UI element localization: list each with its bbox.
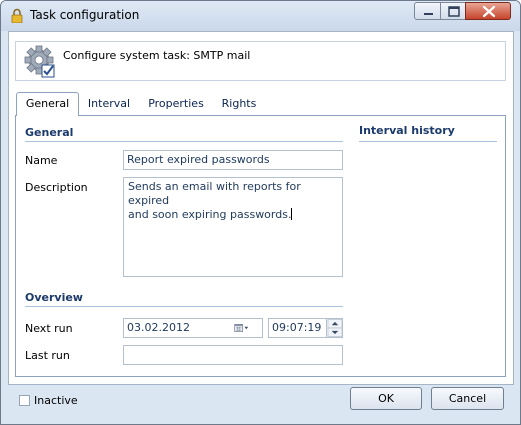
header-description: Configure system task: SMTP mail	[63, 49, 251, 62]
ok-button[interactable]: OK	[350, 387, 422, 410]
lock-icon	[11, 8, 23, 23]
next-run-date-value: 03.02.2012	[127, 321, 190, 334]
description-textarea[interactable]: Sends an email with reports for expired …	[123, 177, 343, 277]
header-panel: Configure system task: SMTP mail	[15, 41, 506, 81]
time-spinner[interactable]	[326, 319, 342, 337]
task-configuration-window: Task configuration Configure system task…	[0, 0, 521, 425]
next-run-label: Next run	[25, 322, 73, 335]
tab-interval[interactable]: Interval	[83, 93, 135, 115]
window-title: Task configuration	[30, 8, 140, 22]
interval-history-divider	[359, 141, 497, 142]
interval-history-title: Interval history	[359, 124, 455, 137]
last-run-input[interactable]	[123, 345, 343, 365]
calendar-dropdown-icon[interactable]	[234, 321, 250, 335]
description-text: Sends an email with reports for expired …	[128, 180, 301, 221]
maximize-icon	[448, 6, 460, 17]
overview-section-title: Overview	[25, 291, 83, 304]
general-section-title: General	[25, 126, 74, 139]
text-caret	[291, 208, 293, 220]
tab-properties[interactable]: Properties	[144, 93, 208, 115]
last-run-label: Last run	[25, 349, 70, 362]
name-label: Name	[25, 154, 58, 167]
tab-rights[interactable]: Rights	[216, 93, 262, 115]
name-input[interactable]: Report expired passwords	[123, 150, 343, 170]
next-run-time-value: 09:07:19	[272, 321, 322, 334]
minimize-icon	[424, 13, 433, 15]
close-button[interactable]	[465, 2, 511, 20]
minimize-button[interactable]	[414, 2, 441, 20]
maximize-button[interactable]	[440, 2, 466, 20]
cancel-button[interactable]: Cancel	[431, 387, 504, 410]
inactive-checkbox[interactable]	[19, 395, 30, 406]
description-label: Description	[25, 181, 88, 194]
inactive-label[interactable]: Inactive	[34, 394, 78, 407]
close-icon	[482, 5, 496, 18]
general-section-divider	[25, 141, 343, 142]
title-bar[interactable]: Task configuration	[1, 1, 520, 31]
system-task-gear-icon	[24, 45, 55, 78]
tab-general[interactable]: General	[16, 92, 79, 116]
overview-section-divider	[25, 306, 343, 307]
